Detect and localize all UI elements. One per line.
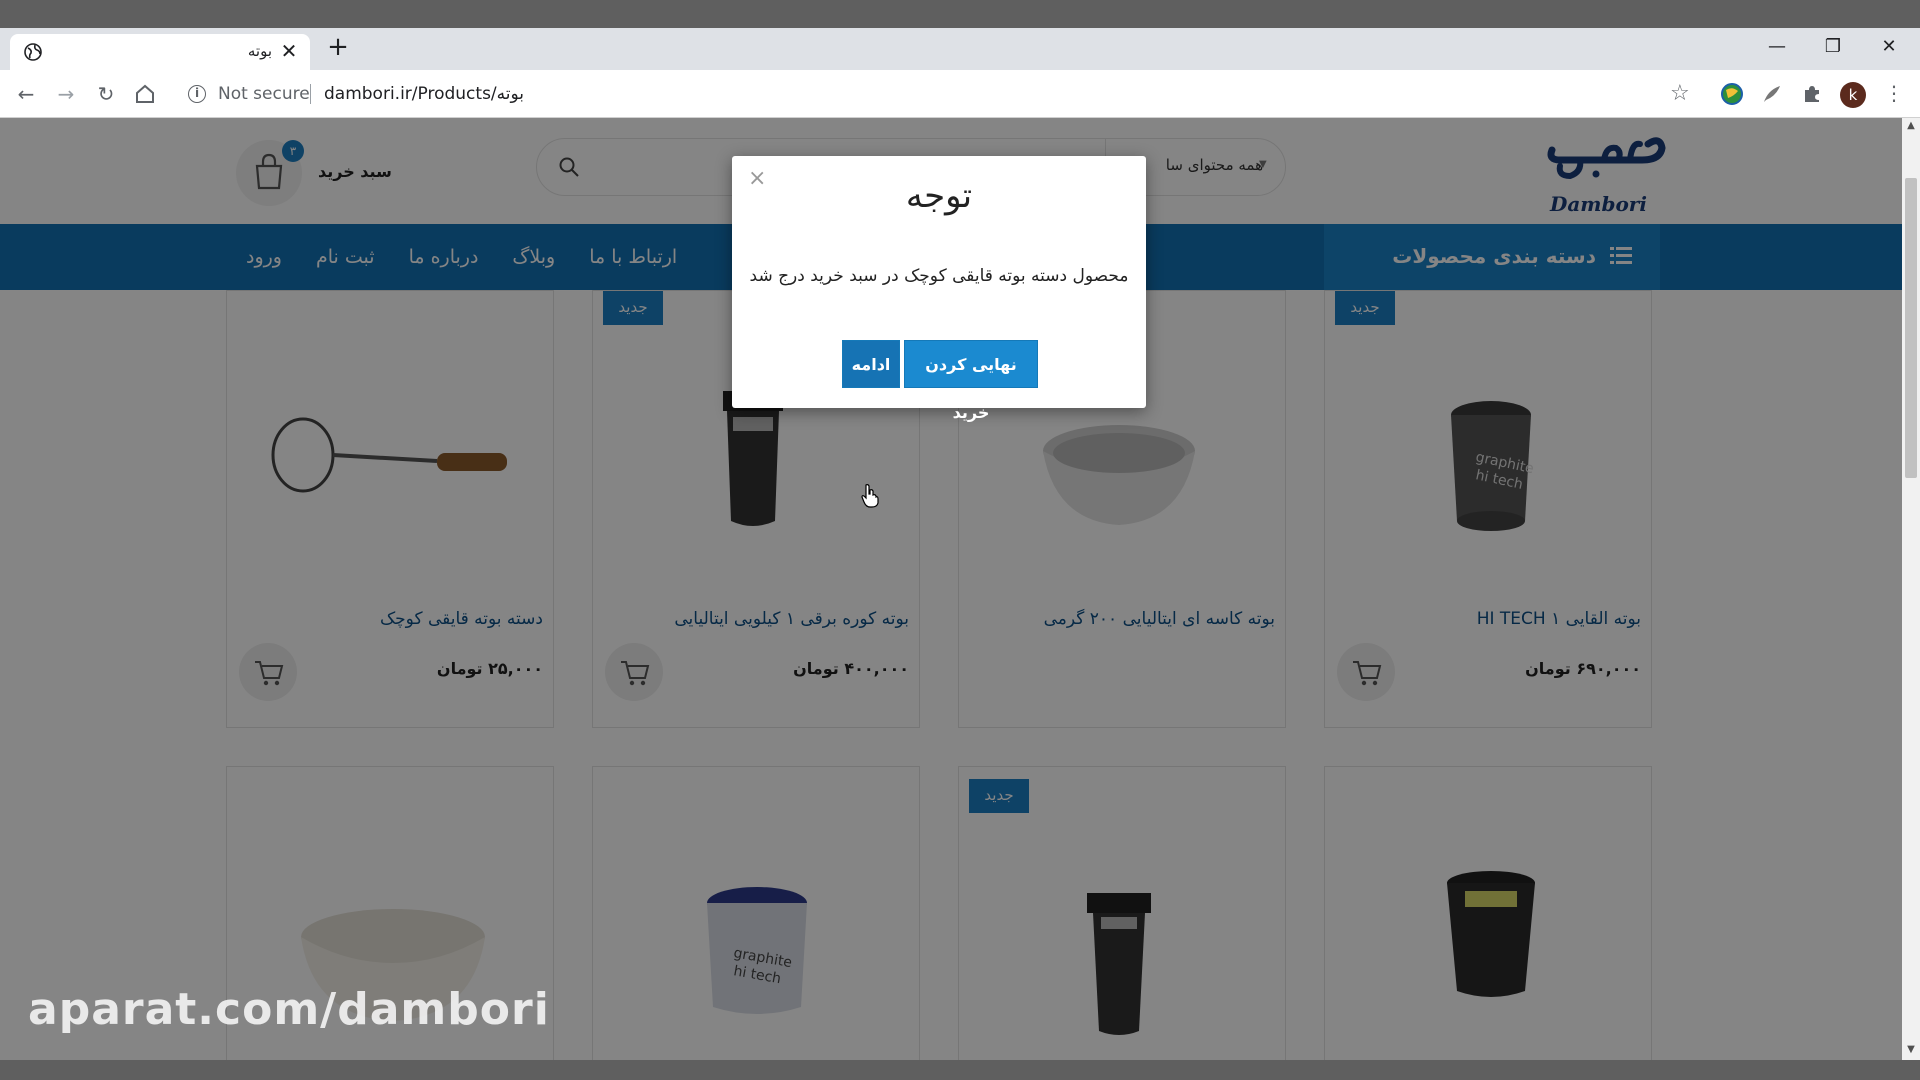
extension-globe-icon[interactable] bbox=[1720, 82, 1744, 106]
scroll-down-icon[interactable]: ▼ bbox=[1904, 1044, 1918, 1055]
extensions-puzzle-icon[interactable] bbox=[1800, 82, 1824, 106]
profile-avatar[interactable]: k bbox=[1840, 82, 1866, 108]
modal-message: محصول دسته بوته قایقی کوچک در سبد خرید د… bbox=[749, 266, 1129, 286]
security-label: Not secure bbox=[218, 84, 310, 104]
url-text[interactable]: dambori.ir/Products/بوته bbox=[324, 84, 524, 104]
browser-menu-icon[interactable]: ⋮ bbox=[1884, 81, 1904, 105]
back-icon[interactable]: ← bbox=[12, 80, 40, 108]
attention-modal: × توجه محصول دسته بوته قایقی کوچک در سبد… bbox=[732, 156, 1146, 422]
os-bottom-bar bbox=[0, 1060, 1920, 1080]
mouse-pointer-icon bbox=[861, 484, 879, 508]
new-tab-button[interactable]: + bbox=[324, 32, 352, 64]
os-titlebar bbox=[0, 0, 1920, 28]
tab-title: بوته bbox=[247, 42, 272, 60]
globe-icon bbox=[24, 43, 42, 61]
maximize-button[interactable]: ❐ bbox=[1810, 32, 1856, 62]
minimize-button[interactable]: — bbox=[1754, 32, 1800, 62]
extension-feather-icon[interactable] bbox=[1760, 82, 1784, 106]
window-close-button[interactable]: ✕ bbox=[1866, 32, 1912, 62]
tab-close-icon[interactable]: ✕ bbox=[278, 39, 300, 63]
scroll-up-icon[interactable]: ▲ bbox=[1904, 120, 1918, 131]
forward-icon[interactable]: → bbox=[52, 80, 80, 108]
home-icon[interactable] bbox=[134, 83, 156, 105]
watermark-text: aparat.com/dambori bbox=[28, 984, 550, 1035]
bookmark-star-icon[interactable]: ☆ bbox=[1670, 83, 1690, 105]
omnibox[interactable]: i Not secure dambori.ir/Products/بوته bbox=[178, 76, 1698, 112]
page-viewport: Dambori همه محتوای سا ▼ ۳ سبد خرید دسته … bbox=[0, 118, 1902, 1060]
address-bar: ← → ↻ i Not secure dambori.ir/Products/ب… bbox=[0, 70, 1920, 118]
tab-strip: بوته ✕ + — ❐ ✕ bbox=[0, 28, 1920, 70]
modal-title: توجه bbox=[905, 176, 973, 216]
checkout-button[interactable]: نهایی کردن خرید bbox=[904, 340, 1038, 422]
browser-tab[interactable]: بوته ✕ bbox=[10, 34, 310, 70]
info-icon[interactable]: i bbox=[188, 85, 206, 103]
omnibox-divider bbox=[310, 84, 311, 104]
continue-button[interactable]: ادامه bbox=[842, 340, 900, 388]
scrollbar-thumb[interactable] bbox=[1905, 178, 1917, 478]
reload-icon[interactable]: ↻ bbox=[92, 80, 120, 108]
